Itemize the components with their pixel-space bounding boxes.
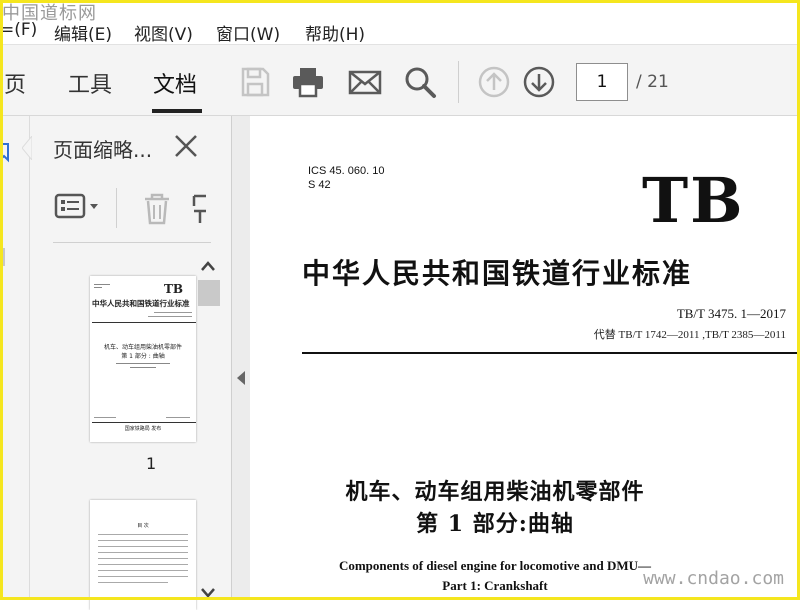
watermark-bottom: www.cndao.com — [643, 568, 784, 589]
thumb-ics — [94, 282, 116, 292]
thumb2-heading: 目 次 — [137, 523, 149, 529]
document-view[interactable]: ICS 45. 060. 10 S 42 TB 中华人民共和国铁道行业标准 TB… — [250, 116, 800, 600]
tab-tools[interactable]: 工具 — [68, 67, 112, 99]
thumb-heading1: 机车、动车组用柴油机零部件 — [103, 344, 182, 351]
thumbnail-label-1: 1 — [146, 454, 157, 473]
panel-collapse-bar[interactable] — [232, 116, 250, 600]
thumbnail-options-icon[interactable] — [54, 192, 102, 222]
menu-window[interactable]: 窗口(W) — [216, 20, 280, 45]
next-page-icon[interactable] — [522, 65, 556, 99]
search-icon[interactable] — [403, 65, 437, 99]
attachment-icon[interactable] — [0, 246, 12, 270]
watermark-top: 中国道标网 — [2, 3, 97, 24]
tab-document[interactable]: 文档 — [153, 67, 197, 99]
tab-home[interactable]: 页 — [4, 67, 26, 99]
page-total: / 21 — [636, 72, 669, 92]
collapse-left-icon[interactable] — [236, 370, 246, 386]
doc-title: 中华人民共和国铁道行业标准 — [302, 257, 693, 290]
doc-ics-block: ICS 45. 060. 10 S 42 — [308, 164, 384, 192]
doc-rule — [302, 352, 800, 354]
thumbnail-page-2[interactable]: 目 次 — [90, 500, 196, 610]
panel-title: 页面缩略... — [53, 138, 153, 162]
main-toolbar: 页 工具 文档 1 / 21 — [0, 44, 800, 116]
panel-pointer-icon — [22, 136, 32, 160]
menu-bar: 中国道标网 =(F) 编辑(E) 视图(V) 窗口(W) 帮助(H) — [0, 0, 800, 45]
active-tab-indicator — [152, 109, 202, 113]
extract-icon[interactable] — [192, 192, 212, 226]
doc-heading-2: 第 1 部分:曲轴 — [416, 511, 574, 537]
page-number-input[interactable]: 1 — [576, 63, 628, 101]
panel-divider — [53, 242, 211, 243]
bookmark-icon[interactable] — [0, 140, 12, 164]
thumbnail-panel: 页面缩略... TB 中华人民共和国铁道行业标准 机车、动车组用柴油机零部件 第… — [22, 116, 232, 610]
doc-tb-logo: TB — [642, 164, 745, 237]
scroll-down-icon[interactable] — [200, 586, 216, 598]
prev-page-icon[interactable] — [477, 65, 511, 99]
save-icon[interactable] — [238, 65, 272, 99]
menu-view[interactable]: 视图(V) — [134, 20, 193, 45]
doc-s42: S 42 — [308, 179, 331, 191]
thumbnail-page-1[interactable]: TB 中华人民共和国铁道行业标准 机车、动车组用柴油机零部件 第 1 部分 : … — [90, 276, 196, 442]
doc-replaces: 代替 TB/T 1742—2011 ,TB/T 2385—2011 — [593, 329, 786, 341]
thumb-heading2: 第 1 部分 : 曲轴 — [121, 353, 165, 360]
panel-tool-divider — [116, 188, 117, 228]
delete-icon[interactable] — [140, 192, 174, 226]
scrollbar-thumb[interactable] — [198, 280, 220, 306]
thumb-title: 中华人民共和国铁道行业标准 — [92, 299, 190, 308]
print-icon[interactable] — [291, 65, 325, 99]
left-nav-strip — [0, 116, 30, 600]
toolbar-divider — [458, 61, 459, 103]
doc-standard-code: TB/T 3475. 1—2017 — [676, 306, 786, 321]
doc-ics: ICS 45. 060. 10 — [308, 165, 385, 177]
doc-heading-1: 机车、动车组用柴油机零部件 — [345, 479, 645, 505]
thumb-tb: TB — [164, 282, 184, 296]
menu-help[interactable]: 帮助(H) — [305, 20, 365, 45]
mail-icon[interactable] — [348, 65, 382, 99]
scroll-up-icon[interactable] — [200, 260, 216, 272]
close-icon[interactable] — [172, 132, 200, 160]
thumb-footer: 国家铁路局 发布 — [124, 426, 162, 432]
